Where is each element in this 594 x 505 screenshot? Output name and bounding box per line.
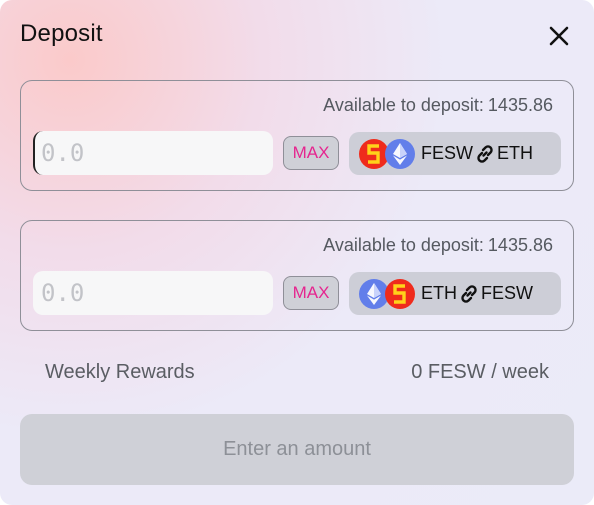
amount-input[interactable] (33, 131, 273, 175)
eth-token-icon (385, 138, 415, 169)
link-icon (458, 283, 480, 305)
available-value: 1435.86 (487, 95, 553, 115)
enter-amount-button[interactable]: Enter an amount (20, 414, 574, 485)
modal-title: Deposit (20, 20, 103, 47)
token-a-symbol: ETH (421, 283, 457, 303)
link-icon (474, 143, 496, 165)
token-pair-selector[interactable]: FESW ETH (349, 132, 561, 175)
token-b-symbol: FESW (481, 283, 533, 303)
fesw-token-icon (385, 278, 415, 309)
available-value: 1435.86 (487, 235, 553, 255)
available-label: Available to deposit: (323, 235, 484, 255)
token-pair-selector[interactable]: ETH FESW (349, 272, 561, 315)
deposit-modal: Deposit Available to deposit:1435.86 MAX (0, 0, 594, 505)
available-to-deposit: Available to deposit: 1435.86 (323, 95, 553, 116)
close-icon[interactable] (545, 22, 573, 50)
amount-input[interactable] (33, 271, 273, 315)
available-label: Available to deposit: (323, 95, 484, 115)
token-a-symbol: FESW (421, 143, 473, 163)
max-button[interactable]: MAX (283, 276, 339, 310)
weekly-rewards-value: 0 FESW / week (411, 361, 549, 383)
deposit-input-panel-2: Available to deposit:1435.86 MAX ETH (20, 220, 574, 331)
weekly-rewards-label: Weekly Rewards (45, 361, 195, 383)
max-button[interactable]: MAX (283, 136, 339, 170)
available-to-deposit: Available to deposit: 1435.86 (323, 235, 553, 256)
token-b-symbol: ETH (497, 143, 533, 163)
deposit-input-panel-1: Available to deposit:1435.86 MAX FESW (20, 80, 574, 191)
